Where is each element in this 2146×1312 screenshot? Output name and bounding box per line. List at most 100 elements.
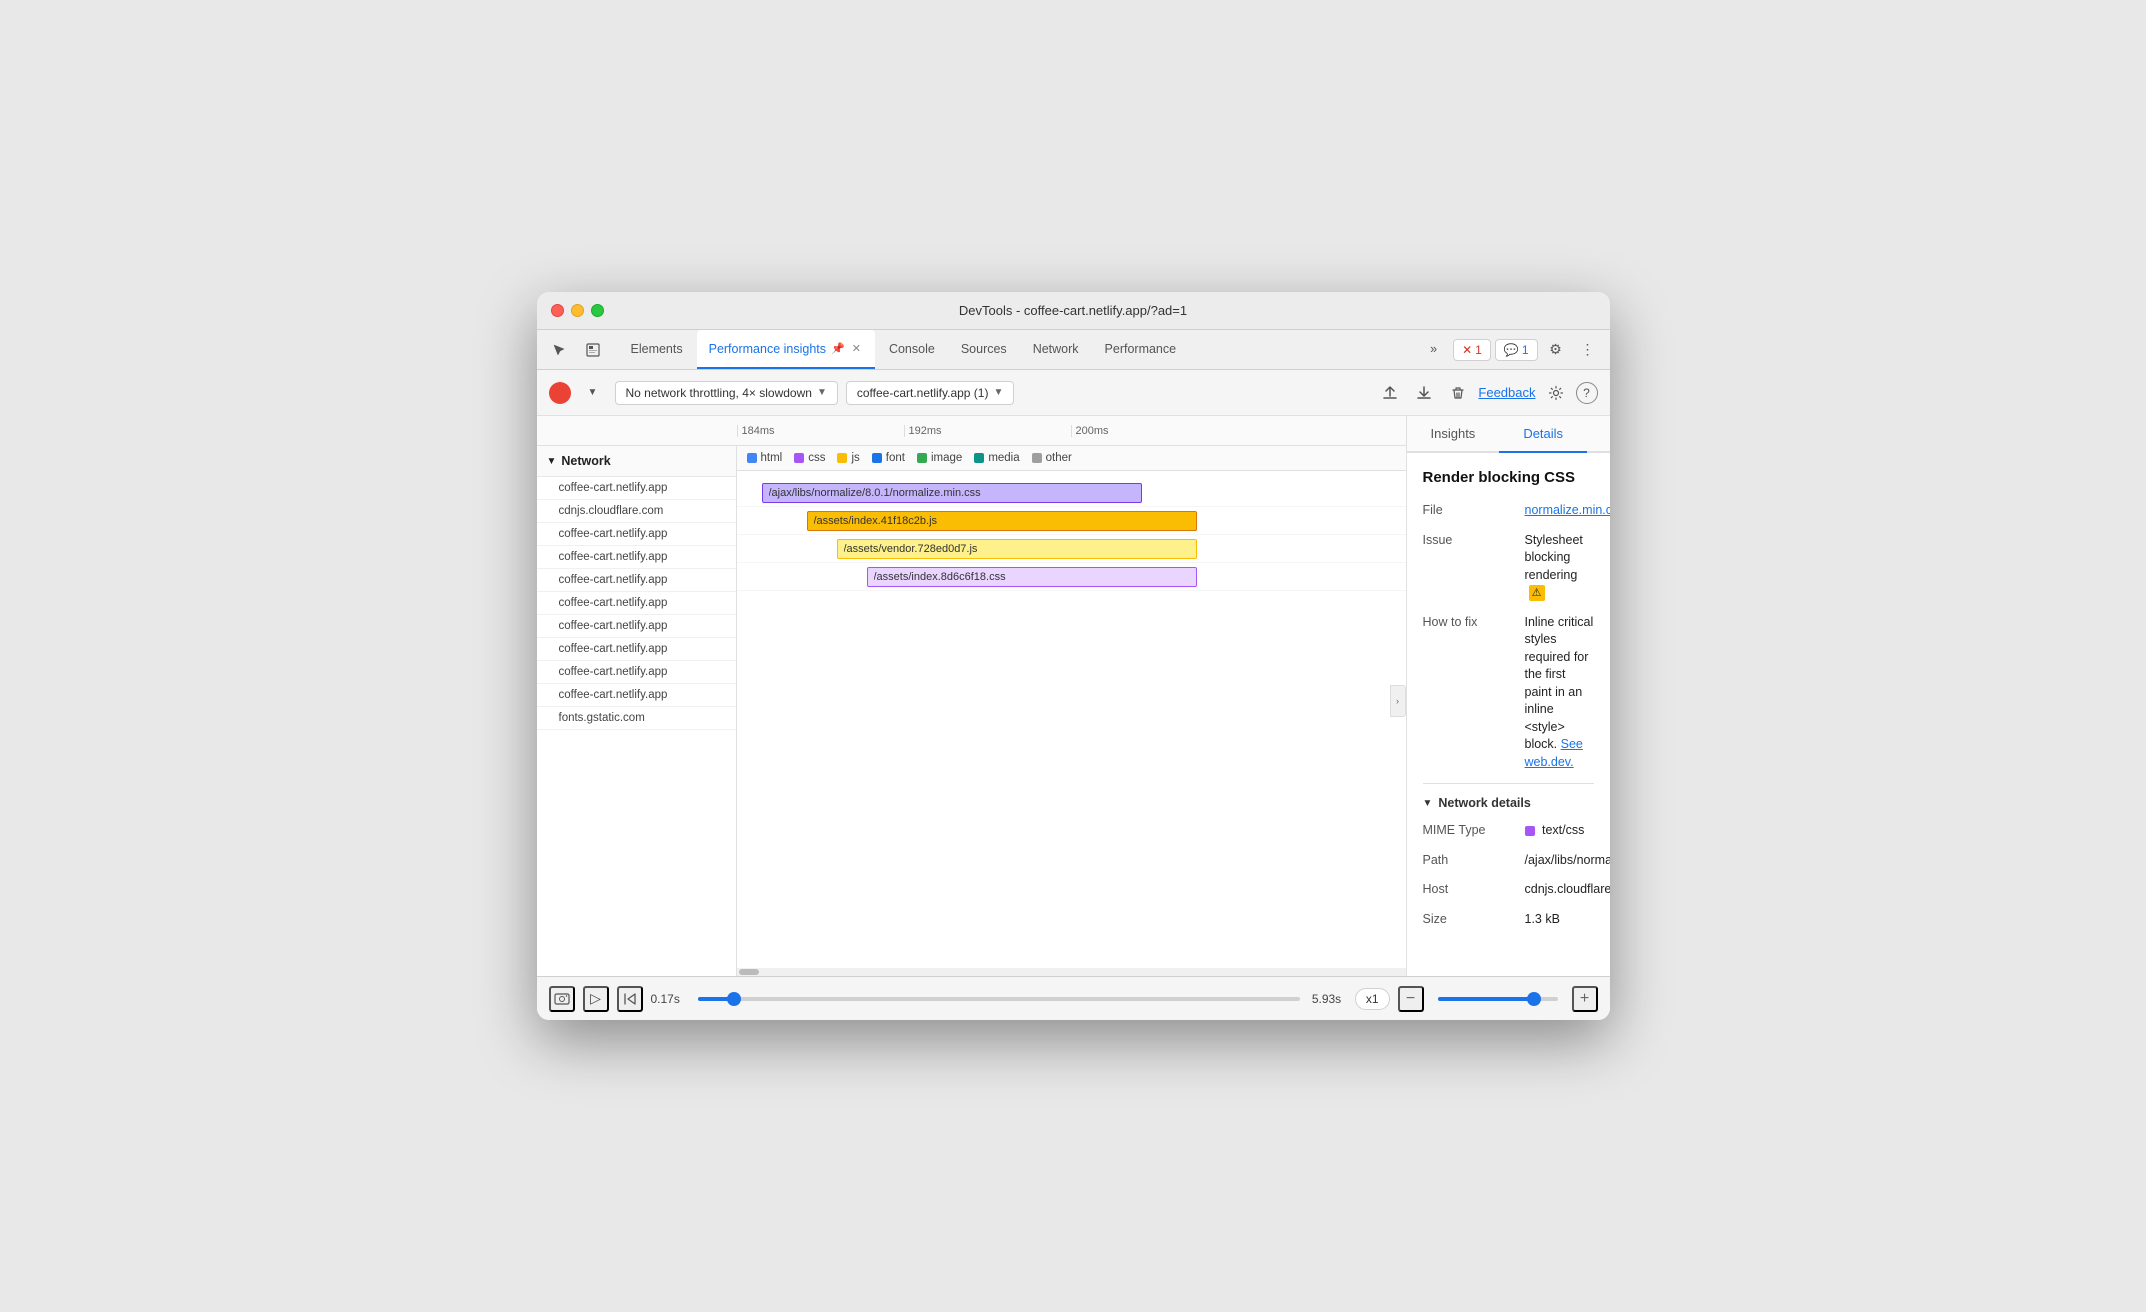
record-button[interactable] xyxy=(549,382,571,404)
scrubber-track[interactable] xyxy=(698,997,1300,1001)
scrubber-thumb[interactable] xyxy=(727,992,741,1006)
path-detail-row: Path /ajax/libs/normalize/8.0.1/normaliz… xyxy=(1423,852,1594,870)
file-link[interactable]: normalize.min.css xyxy=(1525,503,1610,517)
tab-close-icon[interactable]: ✕ xyxy=(850,341,863,356)
play-button[interactable]: ▷ xyxy=(583,986,609,1012)
list-item[interactable]: coffee-cart.netlify.app xyxy=(537,684,736,707)
html-color-dot xyxy=(747,453,757,463)
mime-value: text/css xyxy=(1525,822,1594,840)
tab-elements[interactable]: Elements xyxy=(619,330,695,369)
media-color-dot xyxy=(974,453,984,463)
font-color-dot xyxy=(872,453,882,463)
toolbar: ▼ No network throttling, 4× slowdown ▼ c… xyxy=(537,370,1610,416)
settings-gear-icon[interactable] xyxy=(1542,379,1570,407)
issue-value: Stylesheet blocking rendering ⚠ xyxy=(1525,532,1594,602)
horizontal-scrollbar[interactable] xyxy=(737,968,1406,976)
devtools-window: DevTools - coffee-cart.netlify.app/?ad=1… xyxy=(537,292,1610,1020)
skip-to-start-button[interactable] xyxy=(617,986,643,1012)
throttle-dropdown-arrow-icon: ▼ xyxy=(817,387,827,398)
host-value: cdnjs.cloudflare.com xyxy=(1525,881,1610,899)
zoom-thumb[interactable] xyxy=(1527,992,1541,1006)
minimize-button[interactable] xyxy=(571,304,584,317)
list-item[interactable]: coffee-cart.netlify.app xyxy=(537,523,736,546)
mime-label: MIME Type xyxy=(1423,822,1513,840)
network-bar-index-js[interactable]: /assets/index.41f18c2b.js xyxy=(807,511,1197,531)
tab-performance[interactable]: Performance xyxy=(1093,330,1189,369)
tab-performance-insights[interactable]: Performance insights 📌 ✕ xyxy=(697,330,875,369)
zoom-in-icon[interactable]: + xyxy=(1572,986,1598,1012)
bar-row: /assets/index.8d6c6f18.css xyxy=(737,563,1406,591)
settings-icon[interactable]: ⚙ xyxy=(1542,336,1570,364)
inspect-element-icon[interactable] xyxy=(579,336,607,364)
network-bar-index-css[interactable]: /assets/index.8d6c6f18.css xyxy=(867,567,1197,587)
legend-css: css xyxy=(794,452,825,464)
toolbar-right: Feedback ? xyxy=(1376,379,1597,407)
expand-arrow-icon[interactable]: › xyxy=(1390,685,1406,717)
list-item[interactable]: coffee-cart.netlify.app xyxy=(537,638,736,661)
tab-console[interactable]: Console xyxy=(877,330,947,369)
list-item[interactable]: fonts.gstatic.com xyxy=(537,707,736,730)
legend-html: html xyxy=(747,452,783,464)
legend-row: html css js font xyxy=(737,446,1406,471)
tab-right-icons: » ✕ 1 💬 1 ⚙ ⋮ xyxy=(1418,336,1601,364)
section-arrow-icon: ▼ xyxy=(1423,798,1433,809)
tab-network[interactable]: Network xyxy=(1021,330,1091,369)
speed-button[interactable]: x1 xyxy=(1355,988,1390,1010)
right-panel-tabs: Insights Details xyxy=(1407,416,1610,453)
upload-icon[interactable] xyxy=(1376,379,1404,407)
tab-details[interactable]: Details xyxy=(1499,416,1587,453)
messages-badge[interactable]: 💬 1 xyxy=(1495,339,1538,361)
cursor-icon[interactable] xyxy=(545,336,573,364)
list-item[interactable]: coffee-cart.netlify.app xyxy=(537,477,736,500)
size-detail-row: Size 1.3 kB xyxy=(1423,911,1594,929)
screenshot-toggle-icon[interactable] xyxy=(549,986,575,1012)
feedback-link[interactable]: Feedback xyxy=(1478,385,1535,400)
page-dropdown[interactable]: coffee-cart.netlify.app (1) ▼ xyxy=(846,381,1015,405)
mime-color-dot xyxy=(1525,826,1535,836)
zoom-track[interactable] xyxy=(1438,997,1558,1001)
bars-container: /ajax/libs/normalize/8.0.1/normalize.min… xyxy=(737,471,1406,599)
how-to-fix-label: How to fix xyxy=(1423,614,1513,772)
network-header[interactable]: ▼ Network xyxy=(537,446,736,477)
more-tabs-button[interactable]: » xyxy=(1418,336,1449,364)
network-details-header[interactable]: ▼ Network details xyxy=(1423,796,1594,810)
time-markers: 184ms 192ms 200ms xyxy=(737,425,1406,437)
errors-badge[interactable]: ✕ 1 xyxy=(1453,339,1491,361)
list-item[interactable]: coffee-cart.netlify.app xyxy=(537,661,736,684)
network-arrow-icon: ▼ xyxy=(547,456,557,467)
maximize-button[interactable] xyxy=(591,304,604,317)
time-marker-184: 184ms xyxy=(737,425,904,437)
tab-sources[interactable]: Sources xyxy=(949,330,1019,369)
bar-row: /assets/index.41f18c2b.js xyxy=(737,507,1406,535)
tab-insights[interactable]: Insights xyxy=(1407,416,1500,453)
throttle-dropdown[interactable]: No network throttling, 4× slowdown ▼ xyxy=(615,381,838,405)
bar-row: /ajax/libs/normalize/8.0.1/normalize.min… xyxy=(737,479,1406,507)
error-icon: ✕ xyxy=(1462,343,1472,357)
file-value: normalize.min.css xyxy=(1525,502,1610,520)
close-button[interactable] xyxy=(551,304,564,317)
list-item[interactable]: cdnjs.cloudflare.com xyxy=(537,500,736,523)
how-to-fix-detail-row: How to fix Inline critical styles requir… xyxy=(1423,614,1594,772)
how-to-fix-value: Inline critical styles required for the … xyxy=(1525,614,1594,772)
zoom-out-icon[interactable]: − xyxy=(1398,986,1424,1012)
list-item[interactable]: coffee-cart.netlify.app xyxy=(537,569,736,592)
more-options-icon[interactable]: ⋮ xyxy=(1574,336,1602,364)
list-item[interactable]: coffee-cart.netlify.app xyxy=(537,592,736,615)
titlebar: DevTools - coffee-cart.netlify.app/?ad=1 xyxy=(537,292,1610,330)
record-dropdown-icon[interactable]: ▼ xyxy=(579,379,607,407)
scrollbar-thumb[interactable] xyxy=(739,969,759,975)
legend-other: other xyxy=(1032,452,1072,464)
legend-media: media xyxy=(974,452,1019,464)
download-icon[interactable] xyxy=(1410,379,1438,407)
network-bar-vendor-js[interactable]: /assets/vendor.728ed0d7.js xyxy=(837,539,1197,559)
path-label: Path xyxy=(1423,852,1513,870)
list-item[interactable]: coffee-cart.netlify.app xyxy=(537,615,736,638)
delete-icon[interactable] xyxy=(1444,379,1472,407)
list-item[interactable]: coffee-cart.netlify.app xyxy=(537,546,736,569)
help-icon[interactable]: ? xyxy=(1576,382,1598,404)
network-bar-normalize-css[interactable]: /ajax/libs/normalize/8.0.1/normalize.min… xyxy=(762,483,1142,503)
css-color-dot xyxy=(794,453,804,463)
host-detail-row: Host cdnjs.cloudflare.com xyxy=(1423,881,1594,899)
page-dropdown-arrow-icon: ▼ xyxy=(993,387,1003,398)
time-marker-192: 192ms xyxy=(904,425,1071,437)
